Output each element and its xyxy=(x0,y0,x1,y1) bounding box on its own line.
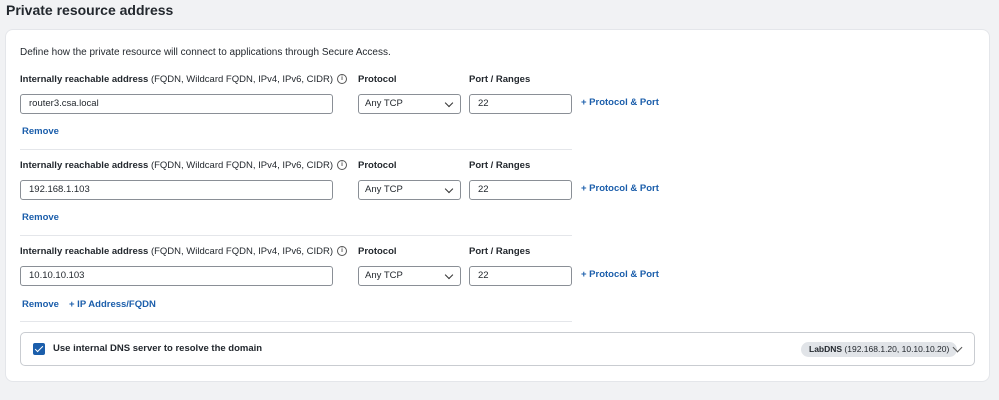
add-protocol-port-link[interactable]: + Protocol & Port xyxy=(581,183,659,194)
add-protocol-port-link[interactable]: + Protocol & Port xyxy=(581,269,659,280)
address-input[interactable]: 192.168.1.103 xyxy=(20,180,333,200)
dns-checkbox[interactable] xyxy=(33,343,45,355)
address-row: Internally reachable address (FQDN, Wild… xyxy=(6,74,989,160)
chevron-down-icon xyxy=(444,98,454,108)
port-input[interactable]: 22 xyxy=(469,266,572,286)
protocol-select[interactable]: Any TCP xyxy=(358,180,461,200)
divider xyxy=(20,321,572,322)
chevron-down-icon xyxy=(444,184,454,194)
intro-text: Define how the private resource will con… xyxy=(20,47,391,58)
remove-link[interactable]: Remove xyxy=(22,212,59,223)
address-input[interactable]: 10.10.10.103 xyxy=(20,266,333,286)
dns-settings-panel[interactable]: Use internal DNS server to resolve the d… xyxy=(20,332,975,366)
address-label: Internally reachable address (FQDN, Wild… xyxy=(20,74,348,85)
add-ip-fqdn-link[interactable]: + IP Address/FQDN xyxy=(69,299,156,310)
port-input[interactable]: 22 xyxy=(469,180,572,200)
remove-link[interactable]: Remove xyxy=(22,126,59,137)
section-title: Private resource address xyxy=(6,2,174,18)
info-icon[interactable]: i xyxy=(337,74,348,85)
port-label: Port / Ranges xyxy=(469,74,531,85)
port-input[interactable]: 22 xyxy=(469,94,572,114)
address-label: Internally reachable address (FQDN, Wild… xyxy=(20,246,348,257)
divider xyxy=(20,149,572,150)
add-protocol-port-link[interactable]: + Protocol & Port xyxy=(581,97,659,108)
remove-link[interactable]: Remove xyxy=(22,299,59,310)
dns-server-badge: LabDNS (192.168.1.20, 10.10.10.20) xyxy=(801,342,958,357)
port-label: Port / Ranges xyxy=(469,246,531,257)
protocol-label: Protocol xyxy=(358,74,397,85)
info-icon[interactable]: i xyxy=(337,160,348,171)
address-row: Internally reachable address (FQDN, Wild… xyxy=(6,246,989,332)
protocol-label: Protocol xyxy=(358,246,397,257)
port-label: Port / Ranges xyxy=(469,160,531,171)
divider xyxy=(20,235,572,236)
private-resource-card: Define how the private resource will con… xyxy=(6,30,989,381)
protocol-select[interactable]: Any TCP xyxy=(358,94,461,114)
protocol-select[interactable]: Any TCP xyxy=(358,266,461,286)
address-input[interactable]: router3.csa.local xyxy=(20,94,333,114)
dns-label: Use internal DNS server to resolve the d… xyxy=(53,343,263,354)
address-label: Internally reachable address (FQDN, Wild… xyxy=(20,160,348,171)
address-row: Internally reachable address (FQDN, Wild… xyxy=(6,160,989,246)
info-icon[interactable]: i xyxy=(337,246,348,257)
chevron-down-icon xyxy=(444,270,454,280)
protocol-label: Protocol xyxy=(358,160,397,171)
